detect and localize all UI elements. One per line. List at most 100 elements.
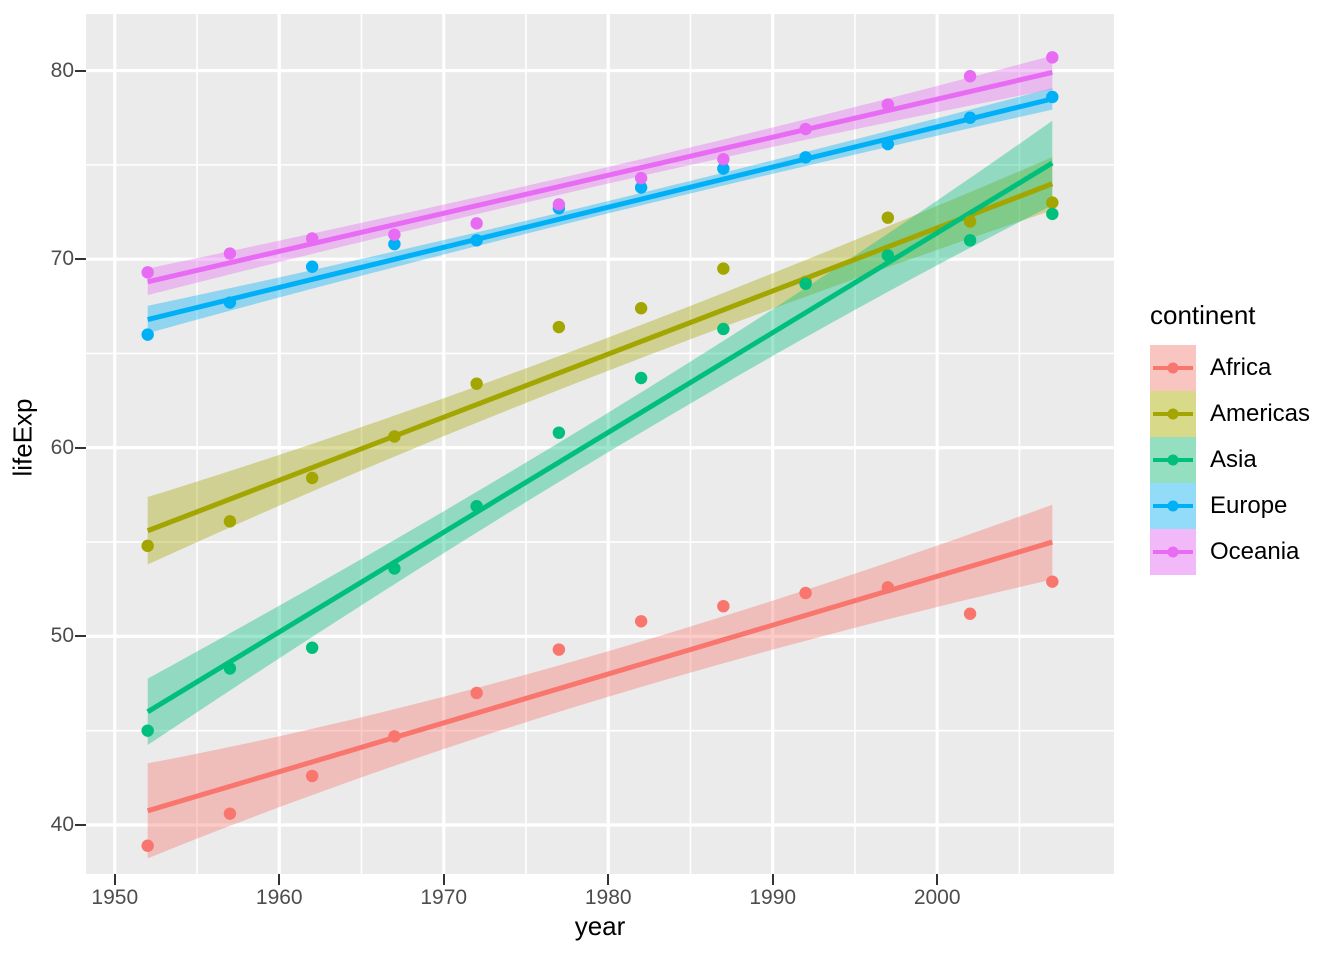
data-point xyxy=(223,247,237,260)
data-point xyxy=(470,377,483,390)
legend-items: Africa Americas Asia Europe Oceania xyxy=(1150,345,1340,575)
data-point xyxy=(799,586,812,600)
data-point xyxy=(963,607,977,620)
data-point xyxy=(552,643,566,656)
data-point xyxy=(552,198,566,211)
data-point xyxy=(388,228,401,241)
data-point xyxy=(717,599,730,613)
data-point xyxy=(963,70,977,83)
data-point xyxy=(799,277,812,290)
data-point xyxy=(305,769,319,783)
plot-svg xyxy=(86,14,1114,874)
data-point xyxy=(305,260,319,273)
y-tick-label: 40 xyxy=(50,812,74,836)
regression-line-africa xyxy=(146,539,1054,814)
data-point xyxy=(1046,575,1059,588)
legend-item-label: Africa xyxy=(1210,354,1272,381)
y-tick-mark xyxy=(75,823,86,826)
data-point xyxy=(634,302,648,315)
data-point xyxy=(1046,207,1059,221)
data-point xyxy=(963,111,977,124)
x-axis-title: year xyxy=(86,905,1114,947)
legend-key-swatch xyxy=(1150,529,1196,575)
data-point xyxy=(223,515,237,528)
legend-key-swatch xyxy=(1150,437,1196,483)
data-point xyxy=(552,426,566,439)
legend-item-label: Oceania xyxy=(1210,538,1300,565)
y-tick-mark xyxy=(75,258,86,261)
legend-key-point xyxy=(1167,546,1179,558)
data-point xyxy=(470,500,483,513)
data-point xyxy=(141,266,154,279)
x-axis-title-text: year xyxy=(574,910,626,941)
legend-item-label: Americas xyxy=(1210,400,1311,427)
data-point xyxy=(388,430,401,443)
data-point xyxy=(717,322,730,336)
y-tick-label: 60 xyxy=(50,435,74,459)
data-point xyxy=(634,171,648,185)
data-point xyxy=(470,686,483,700)
data-point xyxy=(141,328,154,341)
y-tick-label: 50 xyxy=(50,624,74,648)
y-axis-title: lifeExp xyxy=(0,0,46,874)
legend-key-swatch xyxy=(1150,391,1196,437)
x-tick-mark xyxy=(771,874,774,885)
chart-root: lifeExp 40 50 60 70 80 1950 1960 1970 1980 1990 2… xyxy=(0,0,1344,960)
data-point xyxy=(223,807,237,820)
data-point xyxy=(881,98,895,111)
y-tick-label: 70 xyxy=(50,247,74,271)
data-point xyxy=(881,211,895,224)
y-tick-label: 80 xyxy=(50,58,74,82)
x-tick-mark xyxy=(607,874,610,885)
legend: continent Africa Americas Asia Europe Oceani… xyxy=(1150,300,1340,575)
plot-panel xyxy=(86,14,1114,874)
legend-key-swatch xyxy=(1150,483,1196,529)
legend-title: continent xyxy=(1150,300,1256,330)
y-tick-mark xyxy=(75,446,86,449)
x-tick-mark xyxy=(936,874,939,885)
data-point xyxy=(223,296,237,309)
regression-line-americas xyxy=(146,181,1054,534)
data-point xyxy=(470,234,483,247)
data-point xyxy=(305,641,319,654)
data-point xyxy=(141,839,154,852)
data-point xyxy=(717,262,730,275)
data-point xyxy=(963,215,977,228)
data-point xyxy=(881,137,895,151)
legend-item-europe[interactable]: Europe xyxy=(1150,483,1340,529)
legend-item-label: Europe xyxy=(1210,492,1288,519)
data-point xyxy=(1046,51,1059,64)
confidence-ribbon xyxy=(147,504,1053,859)
data-point xyxy=(881,249,895,262)
data-point xyxy=(634,615,648,628)
data-point xyxy=(1046,196,1059,209)
data-point xyxy=(141,724,154,737)
series-ribbon-africa xyxy=(147,504,1053,859)
data-point xyxy=(963,234,977,247)
legend-item-label: Asia xyxy=(1210,446,1257,473)
data-point xyxy=(634,371,648,385)
legend-item-africa[interactable]: Africa xyxy=(1150,345,1340,391)
legend-item-americas[interactable]: Americas xyxy=(1150,391,1340,437)
x-tick-mark xyxy=(442,874,445,885)
legend-key-swatch xyxy=(1150,345,1196,391)
x-tick-mark xyxy=(278,874,281,885)
data-point xyxy=(223,662,237,675)
regression-line-europe xyxy=(147,96,1053,322)
legend-key-point xyxy=(1167,408,1179,420)
y-tick-mark xyxy=(75,635,86,638)
x-tick-mark xyxy=(113,874,116,885)
data-point xyxy=(1046,90,1059,104)
data-point xyxy=(799,122,812,136)
legend-item-asia[interactable]: Asia xyxy=(1150,437,1340,483)
data-point xyxy=(717,153,730,166)
data-point xyxy=(388,730,401,743)
data-point xyxy=(141,539,154,553)
legend-key-point xyxy=(1167,362,1179,374)
legend-key-point xyxy=(1167,500,1179,512)
data-point xyxy=(305,232,319,245)
legend-item-oceania[interactable]: Oceania xyxy=(1150,529,1340,575)
y-tick-mark xyxy=(75,69,86,72)
y-axis-title-text: lifeExp xyxy=(7,397,38,477)
legend-key-point xyxy=(1167,454,1179,466)
